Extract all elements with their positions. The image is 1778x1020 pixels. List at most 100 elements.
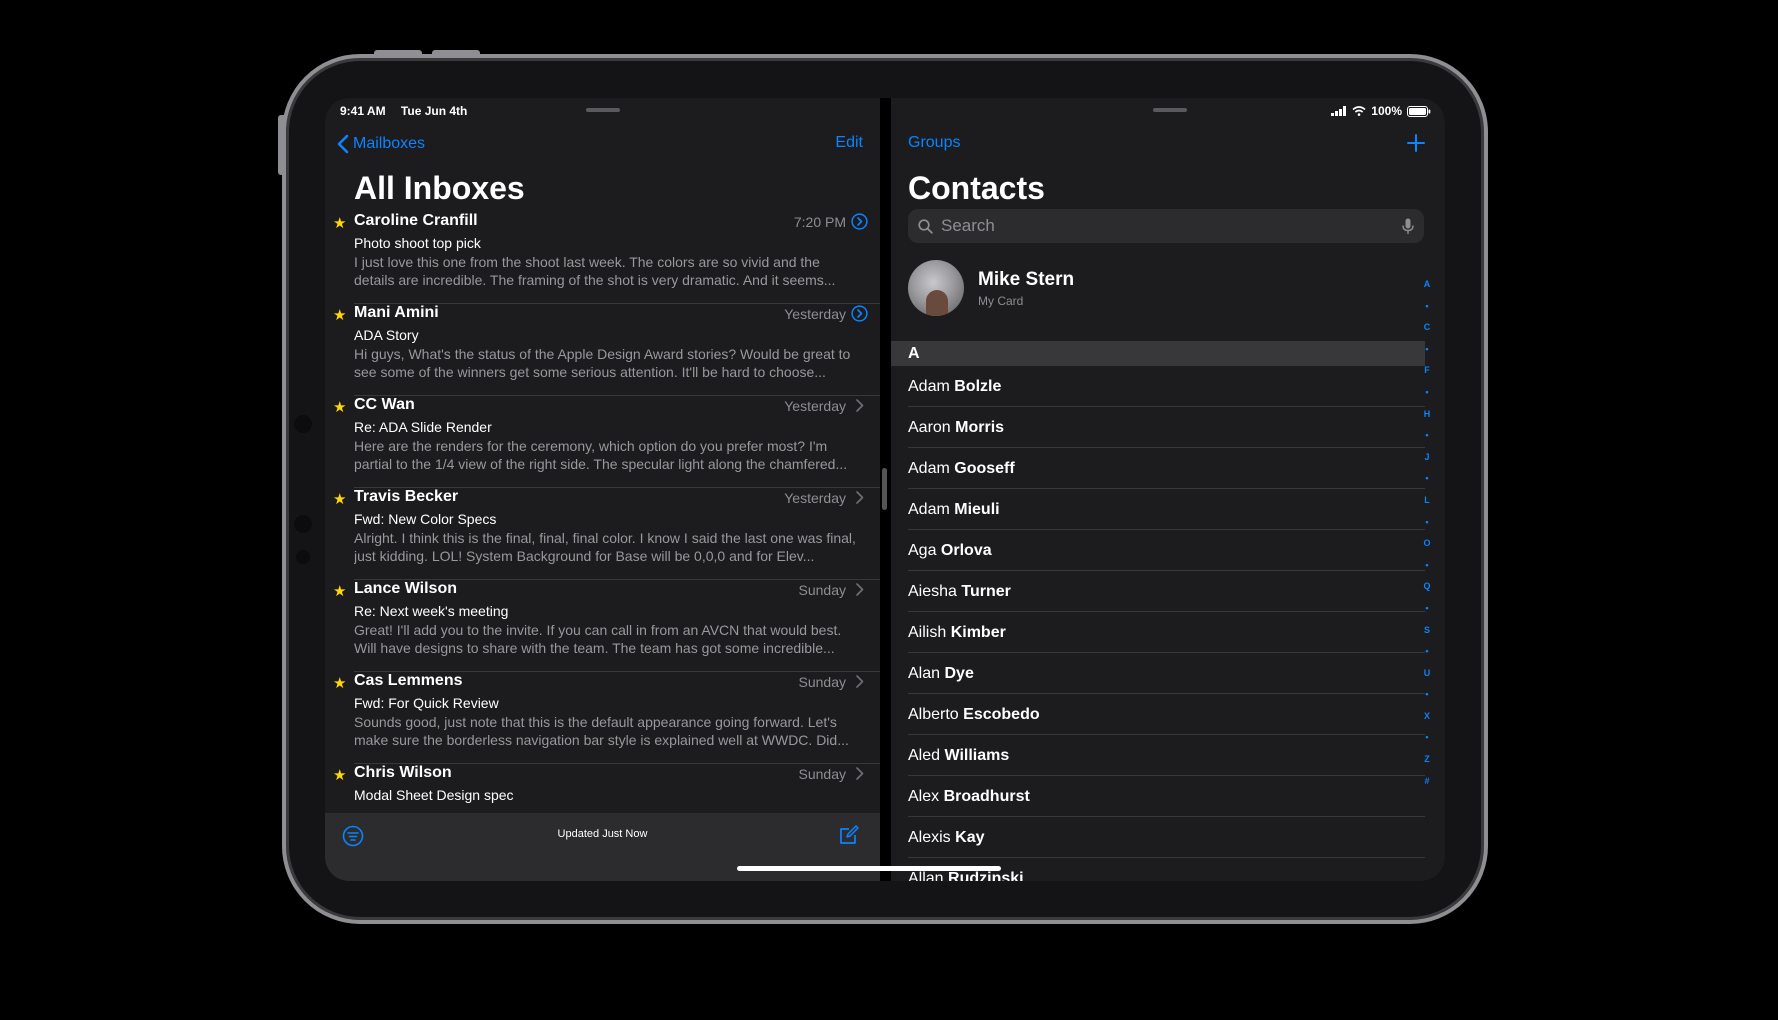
message-time: Yesterday bbox=[784, 398, 846, 414]
add-contact-icon[interactable] bbox=[1407, 134, 1425, 152]
magnetic-connector bbox=[294, 415, 312, 433]
contact-row[interactable]: Aga Orlova bbox=[891, 530, 1425, 571]
contact-row[interactable]: Adam Gooseff bbox=[891, 448, 1425, 489]
split-view-divider[interactable] bbox=[882, 468, 887, 510]
contact-row[interactable]: Adam Bolzle bbox=[891, 366, 1425, 407]
index-letter[interactable]: Q bbox=[1423, 576, 1430, 598]
chevron-right-icon bbox=[856, 675, 864, 688]
contact-row[interactable]: Alan Dye bbox=[891, 653, 1425, 694]
message-subject: ADA Story bbox=[354, 327, 419, 343]
index-letter[interactable]: • bbox=[1425, 339, 1428, 361]
mail-pane: 9:41 AM Tue Jun 4th Mailboxes Edit All I… bbox=[325, 98, 880, 881]
home-indicator[interactable] bbox=[737, 866, 1001, 871]
contact-row[interactable]: Alexis Kay bbox=[891, 817, 1425, 858]
index-letter[interactable]: U bbox=[1424, 663, 1431, 685]
compose-icon[interactable] bbox=[838, 824, 860, 846]
message-row[interactable]: ★ Mani Amini Yesterday ADA Story Hi guys… bbox=[325, 304, 880, 396]
contact-last-name: Rudzinski bbox=[948, 870, 1024, 881]
index-letter[interactable]: O bbox=[1423, 533, 1430, 555]
thread-icon[interactable] bbox=[851, 213, 868, 230]
section-index[interactable]: A • C • F • H • J • L • O • Q • S • U • X • Z # bbox=[1421, 274, 1433, 792]
index-letter[interactable]: H bbox=[1424, 404, 1431, 426]
index-letter[interactable]: J bbox=[1424, 447, 1429, 469]
update-status: Updated Just Now bbox=[557, 828, 648, 840]
index-letter[interactable]: • bbox=[1425, 468, 1428, 490]
search-input[interactable]: Search bbox=[908, 209, 1424, 243]
contact-row[interactable]: Alberto Escobedo bbox=[891, 694, 1425, 735]
battery-percent: 100% bbox=[1371, 104, 1402, 118]
contact-first-name: Alberto bbox=[908, 706, 959, 723]
index-letter[interactable]: X bbox=[1424, 706, 1430, 728]
microphone-icon[interactable] bbox=[1402, 218, 1414, 235]
message-time: Sunday bbox=[798, 674, 846, 690]
message-time: Yesterday bbox=[784, 490, 846, 506]
index-letter[interactable]: • bbox=[1425, 382, 1428, 404]
message-time: Sunday bbox=[798, 582, 846, 598]
multitasking-grabber[interactable] bbox=[1153, 108, 1187, 112]
message-row[interactable]: ★ Chris Wilson Sunday Modal Sheet Design… bbox=[325, 764, 880, 812]
index-letter[interactable]: • bbox=[1425, 512, 1428, 534]
message-row[interactable]: ★ Cas Lemmens Sunday Fwd: For Quick Revi… bbox=[325, 672, 880, 764]
message-time: 7:20 PM bbox=[793, 214, 846, 230]
message-row[interactable]: ★ CC Wan Yesterday Re: ADA Slide Render … bbox=[325, 396, 880, 488]
section-header: A bbox=[891, 341, 1425, 366]
chevron-right-icon bbox=[856, 491, 864, 504]
contact-row[interactable]: Aaron Morris bbox=[891, 407, 1425, 448]
contact-first-name: Adam bbox=[908, 378, 950, 395]
contact-row[interactable]: Aiesha Turner bbox=[891, 571, 1425, 612]
message-preview: Great! I'll add you to the invite. If yo… bbox=[354, 622, 842, 656]
wifi-icon bbox=[1352, 106, 1366, 116]
my-card[interactable]: Mike Stern My Card bbox=[908, 258, 1074, 318]
contact-last-name: Williams bbox=[944, 747, 1010, 764]
message-time: Sunday bbox=[798, 766, 846, 782]
edit-button[interactable]: Edit bbox=[835, 134, 863, 152]
index-letter[interactable]: • bbox=[1425, 555, 1428, 577]
index-letter[interactable]: • bbox=[1425, 684, 1428, 706]
contact-last-name: Gooseff bbox=[954, 460, 1015, 477]
mailboxes-back-label: Mailboxes bbox=[353, 135, 426, 152]
message-preview: Alright. I think this is the final, fina… bbox=[354, 530, 856, 564]
groups-button[interactable]: Groups bbox=[908, 134, 960, 152]
index-letter[interactable]: • bbox=[1425, 296, 1428, 318]
chevron-right-icon bbox=[856, 583, 864, 596]
message-sender: Cas Lemmens bbox=[354, 672, 463, 689]
contact-last-name: Kay bbox=[955, 829, 985, 846]
message-preview: Sounds good, just note that this is the … bbox=[354, 714, 849, 748]
contact-row[interactable]: Ailish Kimber bbox=[891, 612, 1425, 653]
contact-row[interactable]: Alex Broadhurst bbox=[891, 776, 1425, 817]
message-sender: Chris Wilson bbox=[354, 764, 452, 781]
multitasking-grabber[interactable] bbox=[586, 108, 620, 112]
index-letter[interactable]: F bbox=[1424, 360, 1430, 382]
message-row[interactable]: ★ Caroline Cranfill 7:20 PM Photo shoot … bbox=[325, 212, 880, 304]
mailboxes-back-button[interactable]: Mailboxes bbox=[337, 134, 425, 154]
message-sender: Lance Wilson bbox=[354, 580, 457, 597]
battery-icon bbox=[1407, 105, 1431, 117]
status-date: Tue Jun 4th bbox=[400, 104, 468, 118]
chevron-right-icon bbox=[856, 767, 864, 780]
message-list: ★ Caroline Cranfill 7:20 PM Photo shoot … bbox=[325, 212, 880, 812]
message-subject: Fwd: New Color Specs bbox=[354, 511, 497, 527]
contact-row[interactable]: Adam Mieuli bbox=[891, 489, 1425, 530]
message-subject: Photo shoot top pick bbox=[354, 235, 481, 251]
contact-last-name: Broadhurst bbox=[943, 788, 1030, 805]
contact-last-name: Kimber bbox=[950, 624, 1006, 641]
index-letter[interactable]: • bbox=[1425, 727, 1428, 749]
index-letter[interactable]: L bbox=[1424, 490, 1430, 512]
index-letter[interactable]: C bbox=[1424, 317, 1431, 339]
index-letter[interactable]: • bbox=[1425, 641, 1428, 663]
message-row[interactable]: ★ Travis Becker Yesterday Fwd: New Color… bbox=[325, 488, 880, 580]
magnetic-connector bbox=[294, 515, 312, 533]
contact-row[interactable]: Aled Williams bbox=[891, 735, 1425, 776]
index-letter[interactable]: • bbox=[1425, 425, 1428, 447]
index-letter[interactable]: • bbox=[1425, 598, 1428, 620]
status-bar-left: 9:41 AM Tue Jun 4th bbox=[340, 104, 479, 118]
flag-star-icon: ★ bbox=[333, 215, 347, 232]
my-card-name: Mike Stern bbox=[978, 268, 1075, 290]
index-letter[interactable]: Z bbox=[1424, 749, 1430, 771]
thread-icon[interactable] bbox=[851, 305, 868, 322]
index-letter[interactable]: A bbox=[1424, 274, 1431, 296]
index-letter[interactable]: S bbox=[1424, 620, 1430, 642]
search-icon bbox=[918, 218, 933, 234]
message-row[interactable]: ★ Lance Wilson Sunday Re: Next week's me… bbox=[325, 580, 880, 672]
index-letter[interactable]: # bbox=[1424, 771, 1429, 793]
